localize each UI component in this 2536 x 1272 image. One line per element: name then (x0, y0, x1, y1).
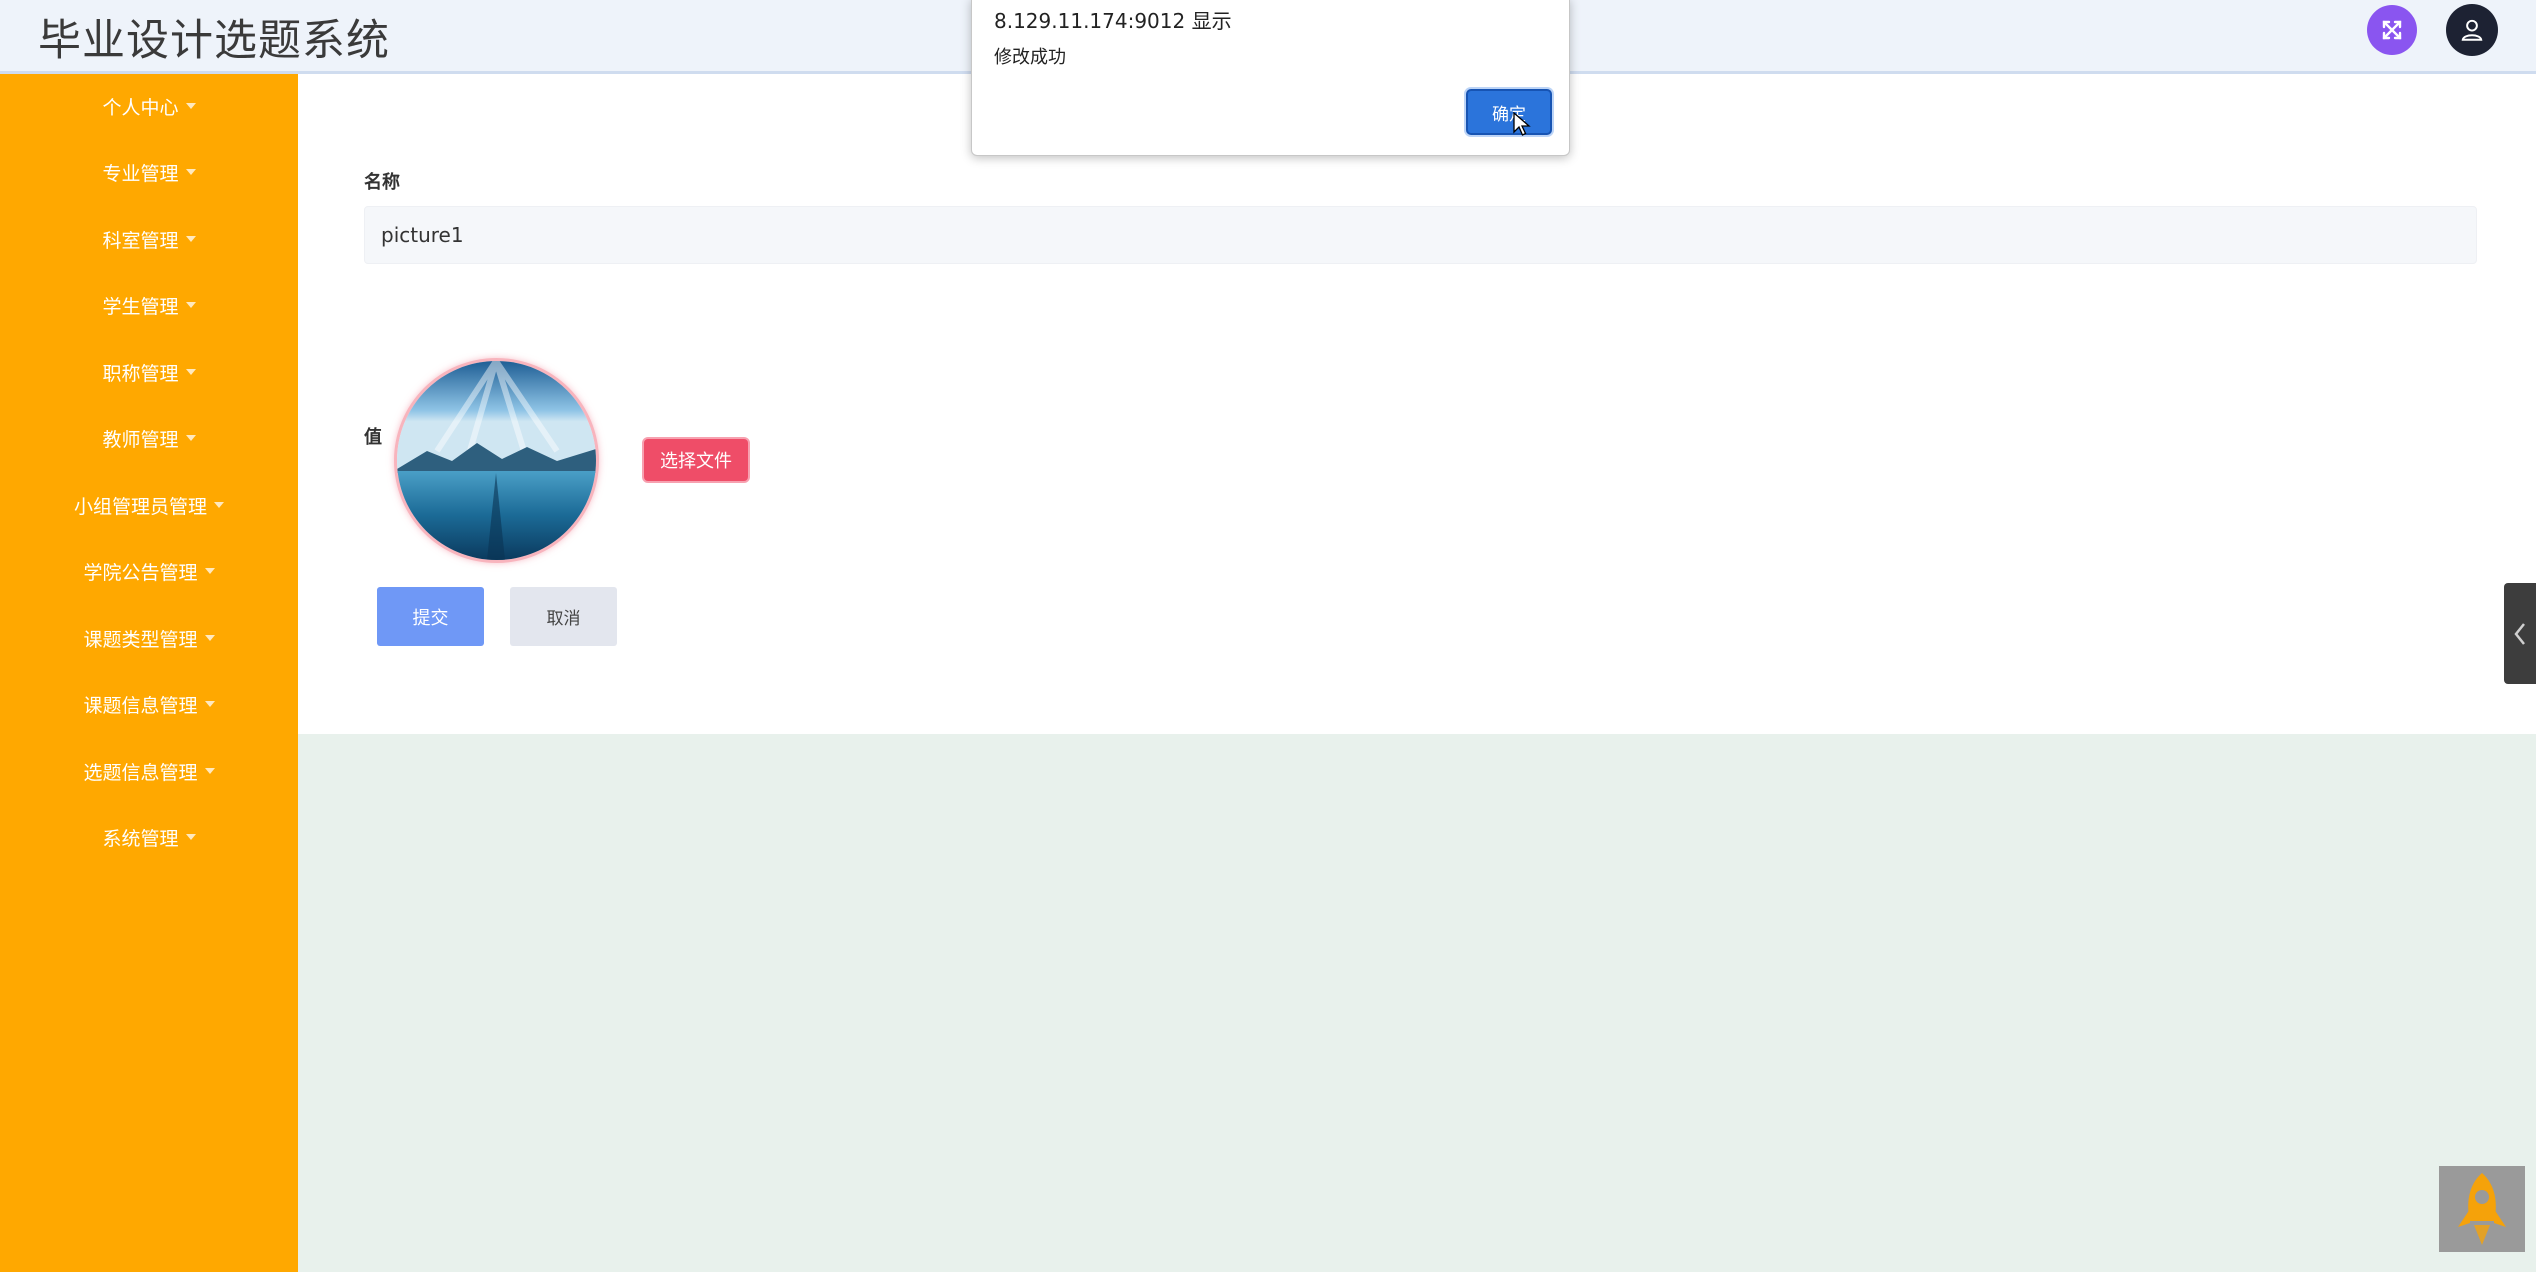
back-to-top-button[interactable] (2439, 1166, 2525, 1252)
sidebar-item-student[interactable]: 学生管理 (0, 285, 298, 325)
sidebar-item-label: 专业管理 (102, 162, 179, 185)
app-title: 毕业设计选题系统 (38, 16, 390, 66)
value-label: 值 (364, 427, 382, 448)
chevron-left-icon (2514, 622, 2525, 645)
dialog-ok-button[interactable]: 确定 (1466, 89, 1552, 135)
sidebar-item-label: 学院公告管理 (83, 561, 198, 584)
caret-down-icon (185, 236, 196, 242)
caret-down-icon (204, 768, 215, 774)
collapse-handle[interactable] (2504, 583, 2536, 684)
caret-down-icon (214, 502, 224, 508)
sidebar-item-label: 职称管理 (102, 362, 179, 385)
sidebar-item-topic-info[interactable]: 课题信息管理 (0, 684, 298, 724)
sidebar-item-teacher[interactable]: 教师管理 (0, 418, 298, 458)
caret-down-icon (204, 701, 215, 707)
sidebar-item-system[interactable]: 系统管理 (0, 817, 298, 857)
caret-down-icon (185, 103, 196, 109)
caret-down-icon (185, 369, 196, 375)
sidebar-item-notice[interactable]: 学院公告管理 (0, 551, 298, 591)
user-button[interactable] (2446, 4, 2498, 56)
form-panel (298, 74, 2536, 734)
sidebar-item-selection-info[interactable]: 选题信息管理 (0, 751, 298, 791)
dialog-message: 修改成功 (994, 47, 1066, 68)
caret-down-icon (185, 302, 196, 308)
rocket-icon (2458, 1173, 2506, 1245)
sidebar-item-label: 课题信息管理 (83, 694, 198, 717)
caret-down-icon (204, 635, 215, 641)
name-label: 名称 (364, 172, 400, 193)
caret-down-icon (185, 435, 196, 441)
sidebar-item-label: 个人中心 (102, 96, 179, 119)
sidebar-item-label: 学生管理 (102, 295, 179, 318)
alert-dialog: 8.129.11.174:9012 显示 修改成功 确定 (971, 0, 1570, 156)
dialog-host-text: 8.129.11.174:9012 显示 (994, 9, 1232, 33)
sidebar-item-major[interactable]: 专业管理 (0, 152, 298, 192)
caret-down-icon (204, 568, 215, 574)
sidebar-item-label: 科室管理 (102, 229, 179, 252)
fullscreen-button[interactable] (2367, 5, 2417, 55)
caret-down-icon (185, 169, 196, 175)
sidebar-item-label: 教师管理 (102, 428, 179, 451)
cancel-button[interactable]: 取消 (510, 587, 617, 646)
lake-image (397, 361, 596, 560)
sidebar-item-personal-center[interactable]: 个人中心 (0, 86, 298, 126)
sidebar-item-topic-type[interactable]: 课题类型管理 (0, 618, 298, 658)
sidebar-item-department[interactable]: 科室管理 (0, 219, 298, 259)
sidebar-item-label: 小组管理员管理 (73, 495, 207, 518)
sidebar-item-label: 课题类型管理 (83, 628, 198, 651)
sidebar-item-group-admin[interactable]: 小组管理员管理 (0, 485, 298, 525)
sidebar: 个人中心 专业管理 科室管理 学生管理 职称管理 教师管理 小组管理员管理 学院… (0, 74, 298, 1272)
fullscreen-icon (2382, 20, 2402, 40)
image-preview (397, 361, 596, 560)
submit-button[interactable]: 提交 (377, 587, 484, 646)
name-input[interactable] (364, 206, 2477, 264)
sidebar-item-label: 系统管理 (102, 827, 179, 850)
mouse-cursor-icon (1513, 112, 1531, 136)
caret-down-icon (185, 834, 196, 840)
choose-file-button[interactable]: 选择文件 (642, 437, 750, 483)
sidebar-item-label: 选题信息管理 (83, 761, 198, 784)
sidebar-item-title[interactable]: 职称管理 (0, 352, 298, 392)
user-icon (2461, 19, 2483, 41)
